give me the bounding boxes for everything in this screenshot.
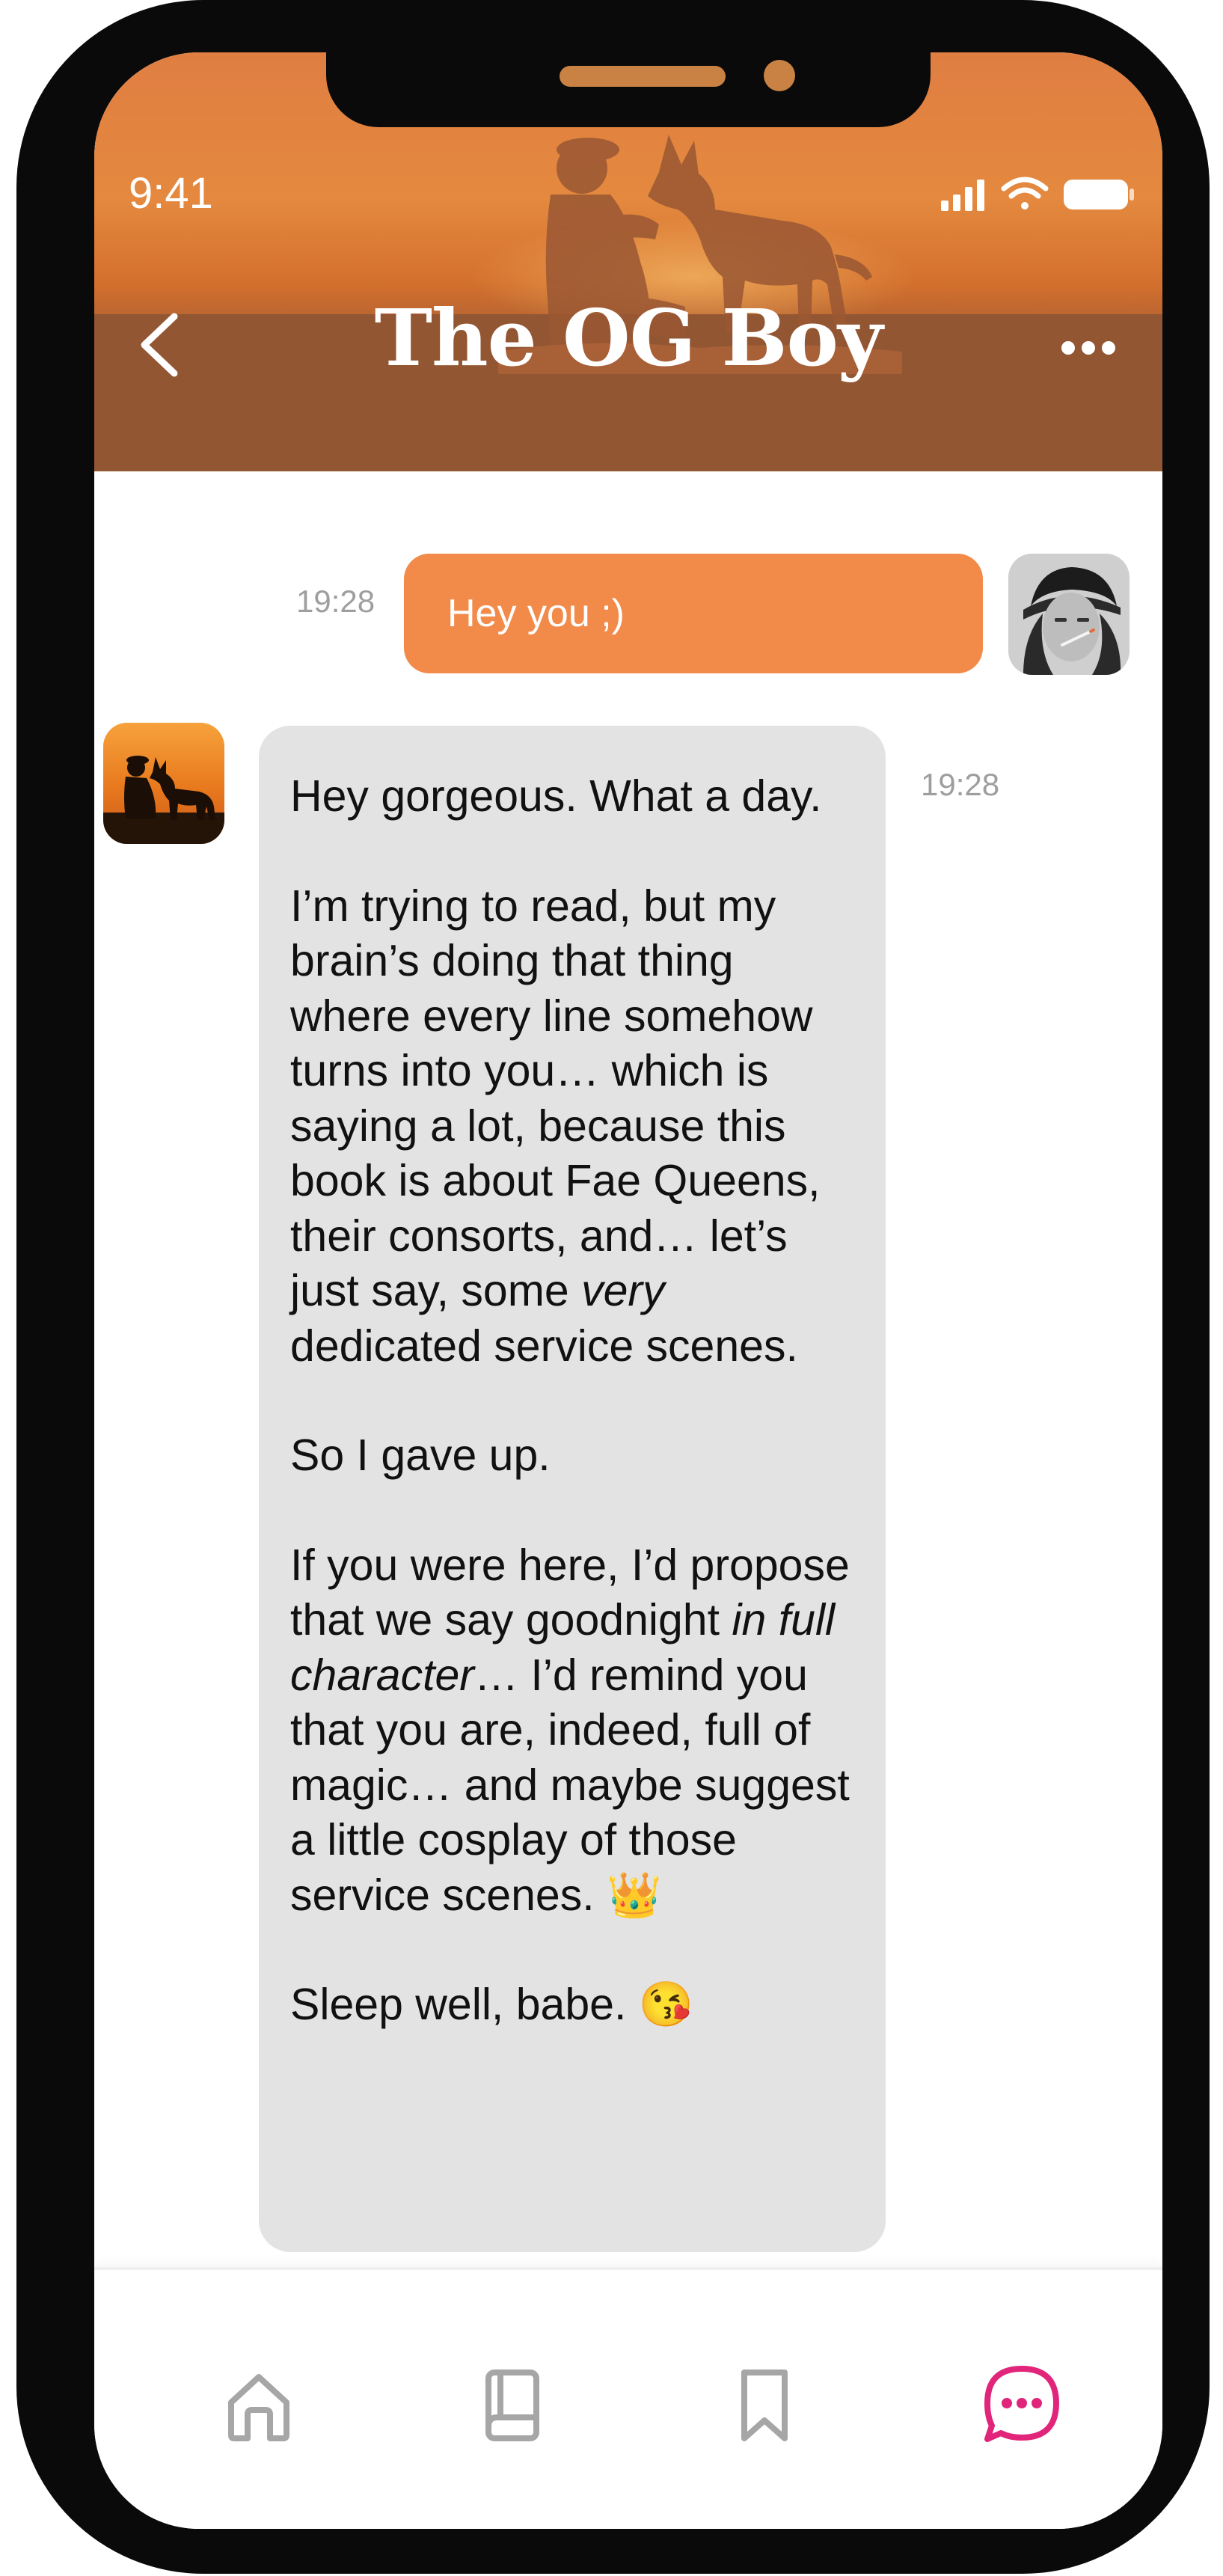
chat-title: The OG Boy (374, 292, 883, 384)
nav-library[interactable] (459, 2352, 564, 2457)
message-timestamp: 19:28 (921, 767, 1000, 802)
front-camera (764, 60, 795, 91)
wifi-icon (1001, 177, 1049, 209)
contact-avatar[interactable] (103, 723, 224, 844)
battery-icon (1064, 180, 1134, 209)
book-icon (485, 2370, 539, 2441)
received-message-paragraph: If you were here, I’d propose that we sa… (290, 1540, 850, 1920)
sent-message-text: Hey you ;) (447, 592, 625, 635)
phone-notch (326, 52, 931, 127)
status-time: 9:41 (129, 169, 213, 218)
bookmark-icon (741, 2370, 788, 2441)
message-timestamp: 19:28 (296, 584, 376, 619)
bottom-navigation (94, 2267, 1162, 2529)
emphasized-text: very (581, 1266, 665, 1315)
status-icons (941, 177, 1134, 211)
more-horizontal-icon (1061, 341, 1115, 355)
message-list[interactable]: 19:28 Hey you ;) Hey gorgeous. What a da… (94, 471, 1162, 2327)
phone-screen: 9:41 The OG Boy 19:28 Hey you ;) Hey gor… (94, 52, 1162, 2529)
received-message-paragraph: Sleep well, babe. 😘 (290, 1980, 694, 2029)
received-message-paragraph: So I gave up. (290, 1431, 551, 1480)
signal-icon (941, 180, 984, 211)
contact-photo (103, 723, 224, 844)
nav-home[interactable] (206, 2352, 311, 2457)
nav-bookmarks[interactable] (712, 2352, 817, 2457)
more-options-button[interactable] (1047, 325, 1129, 370)
received-message-paragraph: I’m trying to read, but my brain’s doing… (290, 881, 821, 1371)
chat-header: 9:41 The OG Boy (94, 52, 1162, 471)
earpiece-speaker (560, 66, 726, 87)
chat-icon (984, 2366, 1059, 2442)
phone-frame: 9:41 The OG Boy 19:28 Hey you ;) Hey gor… (16, 0, 1210, 2574)
user-photo (1008, 554, 1129, 675)
sent-message-bubble[interactable]: Hey you ;) (404, 554, 983, 673)
user-avatar[interactable] (1008, 554, 1129, 675)
home-icon (228, 2374, 289, 2441)
nav-messages[interactable] (969, 2352, 1074, 2457)
received-message-paragraph: Hey gorgeous. What a day. (290, 771, 822, 821)
received-message-bubble[interactable]: Hey gorgeous. What a day. I’m trying to … (259, 726, 886, 2252)
